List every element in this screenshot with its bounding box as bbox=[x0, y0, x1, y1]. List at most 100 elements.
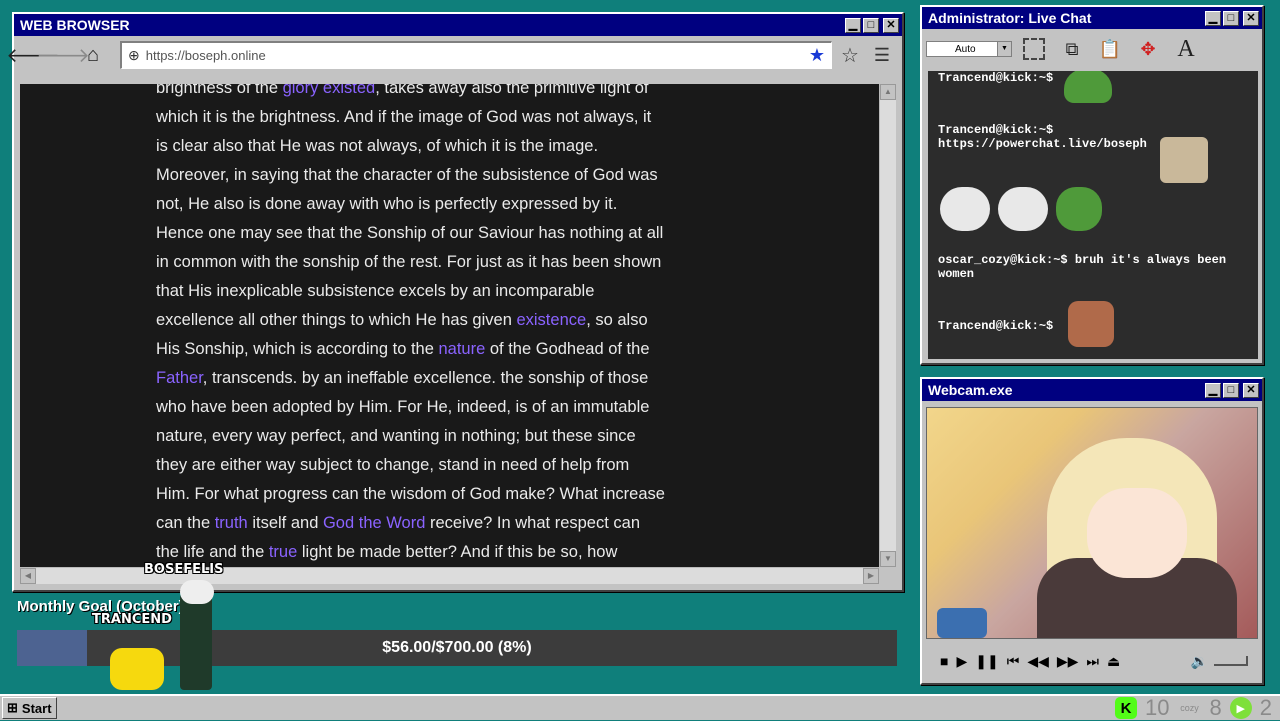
maximize-button[interactable]: □ bbox=[863, 17, 879, 33]
article-text-segment: receive? In what respect can bbox=[425, 514, 641, 532]
vertical-scrollbar[interactable]: ▲ ▼ bbox=[879, 84, 896, 567]
article-line: the life and the true light be made bett… bbox=[156, 538, 756, 567]
article-text: brightness of the glory existed, takes a… bbox=[156, 84, 756, 567]
font-icon[interactable]: A bbox=[1170, 33, 1202, 65]
pepe-emote-icon bbox=[1056, 187, 1102, 231]
fast-forward-icon[interactable]: ▶▶ bbox=[1057, 653, 1079, 670]
url-text[interactable]: https://boseph.online bbox=[146, 48, 803, 63]
select-tool-icon[interactable] bbox=[1023, 38, 1045, 60]
article-text-segment: of the Godhead of the bbox=[485, 340, 650, 358]
chat-message: oscar_cozy@kick:~$ bruh it's always been… bbox=[938, 253, 1250, 281]
article-text-segment: Moreover, in saying that the character o… bbox=[156, 166, 658, 184]
article-text-segment: Hence one may see that the Sonship of ou… bbox=[156, 224, 664, 242]
close-button[interactable]: ✕ bbox=[1243, 382, 1259, 398]
bookmark-star-filled-icon[interactable]: ★ bbox=[809, 45, 825, 66]
system-tray: K 10 cozy 8 ▶ 2 bbox=[1115, 695, 1272, 721]
chevron-down-icon[interactable]: ▼ bbox=[997, 42, 1011, 56]
copy-icon[interactable]: ⧉ bbox=[1056, 33, 1088, 65]
scroll-down-icon[interactable]: ▼ bbox=[880, 551, 896, 567]
article-text-segment: in common with the sonship of the rest. … bbox=[156, 253, 662, 271]
skip-forward-icon[interactable]: ⏭ bbox=[1086, 653, 1099, 670]
chat-titlebar[interactable]: Administrator: Live Chat ▁ □ ✕ bbox=[922, 7, 1262, 29]
scroll-left-icon[interactable]: ◀ bbox=[20, 568, 36, 584]
start-label: Start bbox=[21, 700, 52, 716]
webcam-window: Webcam.exe ▁ □ ✕ ■ ▶ ❚❚ ⏮ ◀◀ ▶▶ ⏭ ⏏ 🔉 bbox=[920, 377, 1264, 685]
pause-icon[interactable]: ❚❚ bbox=[975, 653, 998, 670]
minimize-button[interactable]: ▁ bbox=[845, 17, 861, 33]
tray-count-c: 2 bbox=[1259, 695, 1272, 720]
article-line: that His inexplicable subsistence excels… bbox=[156, 277, 756, 306]
article-link[interactable]: true bbox=[269, 543, 297, 561]
pikachu-sprite-icon bbox=[110, 648, 164, 690]
scroll-up-icon[interactable]: ▲ bbox=[880, 84, 896, 100]
close-button[interactable]: ✕ bbox=[883, 17, 899, 33]
article-text-segment: , transcends. by an ineffable excellence… bbox=[202, 369, 649, 387]
article-line: they are either way subject to change, s… bbox=[156, 451, 756, 480]
cat-emote-icon bbox=[940, 187, 990, 231]
chat-username: Trancend@kick:~$ bbox=[938, 319, 1054, 333]
article-text-segment: , so also bbox=[586, 311, 648, 329]
article-link[interactable]: glory existed bbox=[283, 84, 376, 97]
size-select-value: Auto bbox=[955, 43, 976, 55]
article-text-segment: Him. For what progress can the wisdom of… bbox=[156, 485, 665, 503]
article-line: in common with the sonship of the rest. … bbox=[156, 248, 756, 277]
article-line: brightness of the glory existed, takes a… bbox=[156, 84, 756, 103]
article-link[interactable]: Father bbox=[156, 369, 203, 387]
avatar-face bbox=[1087, 488, 1187, 578]
maximize-button[interactable]: □ bbox=[1223, 10, 1239, 26]
stop-icon[interactable]: ■ bbox=[940, 653, 948, 669]
start-button[interactable]: ⊞ Start bbox=[2, 697, 57, 719]
cat-emote-icon bbox=[998, 187, 1048, 231]
globe-icon: ⊕ bbox=[128, 47, 140, 63]
maximize-button[interactable]: □ bbox=[1223, 382, 1239, 398]
article-text-segment: the life and the bbox=[156, 543, 269, 561]
article-line: Moreover, in saying that the character o… bbox=[156, 161, 756, 190]
article-link[interactable]: truth bbox=[215, 514, 248, 532]
minimize-button[interactable]: ▁ bbox=[1205, 382, 1221, 398]
browser-titlebar[interactable]: WEB BROWSER ▁ □ ✕ bbox=[14, 14, 902, 36]
article-line: is clear also that He was not always, of… bbox=[156, 132, 756, 161]
character-hair-icon bbox=[180, 580, 214, 604]
page-content: brightness of the glory existed, takes a… bbox=[20, 84, 879, 567]
article-link[interactable]: nature bbox=[438, 340, 485, 358]
home-icon[interactable]: ⌂ bbox=[80, 42, 106, 68]
forward-arrow-icon[interactable]: 🡒 bbox=[36, 42, 90, 68]
article-link[interactable]: existence bbox=[516, 311, 586, 329]
article-text-segment: is clear also that He was not always, of… bbox=[156, 137, 599, 155]
rumble-icon[interactable]: ▶ bbox=[1229, 697, 1252, 719]
paste-icon[interactable]: 📋 bbox=[1094, 33, 1126, 65]
favorites-star-icon[interactable]: ☆ bbox=[836, 43, 864, 68]
size-select[interactable]: Auto ▼ bbox=[926, 41, 1012, 57]
volume-slider[interactable] bbox=[1214, 656, 1248, 666]
face-emote-icon bbox=[1068, 301, 1114, 347]
close-button[interactable]: ✕ bbox=[1243, 10, 1259, 26]
volume-icon[interactable]: 🔉 bbox=[1191, 653, 1208, 670]
webcam-titlebar[interactable]: Webcam.exe ▁ □ ✕ bbox=[922, 379, 1262, 401]
move-icon[interactable]: ✥ bbox=[1132, 33, 1164, 65]
article-line: nature, every way perfect, and wanting i… bbox=[156, 422, 756, 451]
article-line: which it is the brightness. And if the i… bbox=[156, 103, 756, 132]
play-icon[interactable]: ▶ bbox=[956, 653, 967, 670]
sprite-name-label: BOSEFELIS bbox=[144, 562, 224, 577]
rewind-icon[interactable]: ◀◀ bbox=[1027, 653, 1049, 670]
address-bar[interactable]: ⊕ https://boseph.online ★ bbox=[120, 41, 832, 69]
kick-icon[interactable]: K bbox=[1115, 697, 1138, 719]
minimize-button[interactable]: ▁ bbox=[1205, 10, 1221, 26]
article-line: Him. For what progress can the wisdom of… bbox=[156, 480, 756, 509]
chat-messages: Trancend@kick:~$ Trancend@kick:~$ https:… bbox=[928, 71, 1258, 359]
article-line: not, He also is done away with who is pe… bbox=[156, 190, 756, 219]
webcam-video[interactable] bbox=[926, 407, 1258, 639]
scroll-right-icon[interactable]: ▶ bbox=[863, 568, 879, 584]
skip-back-icon[interactable]: ⏮ bbox=[1007, 653, 1020, 670]
article-line: Hence one may see that the Sonship of ou… bbox=[156, 219, 756, 248]
menu-hamburger-icon[interactable]: ☰ bbox=[868, 45, 896, 66]
article-text-segment: , takes away also the primitive light of bbox=[375, 84, 649, 97]
chat-title: Administrator: Live Chat bbox=[928, 10, 1092, 26]
eject-icon[interactable]: ⏏ bbox=[1107, 653, 1120, 670]
pepe-emote-icon bbox=[1064, 71, 1112, 103]
windows-logo-icon: ⊞ bbox=[7, 700, 18, 715]
cozy-icon[interactable]: cozy bbox=[1178, 703, 1202, 713]
article-text-segment: brightness of the bbox=[156, 84, 283, 97]
article-link[interactable]: God the Word bbox=[323, 514, 425, 532]
article-text-segment: can the bbox=[156, 514, 215, 532]
